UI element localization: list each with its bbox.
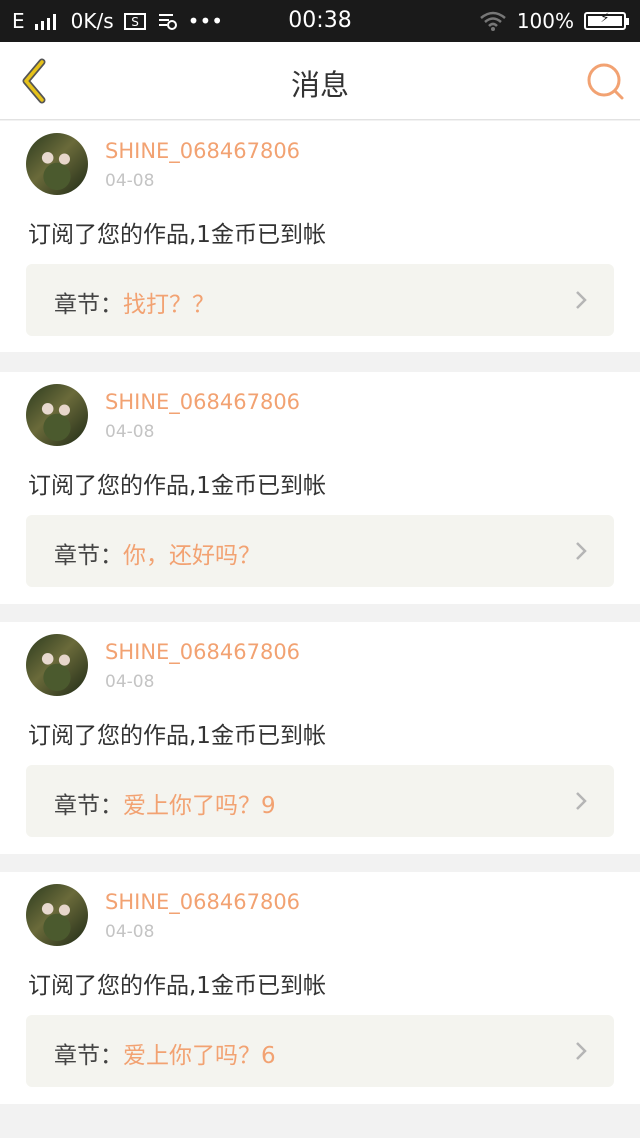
status-bar: E 0K/s S ••• 00:38 100% ⚡ xyxy=(0,0,640,42)
message-text: 订阅了您的作品,1金币已到帐 xyxy=(28,222,326,248)
username[interactable]: SHINE_068467806 xyxy=(105,139,300,163)
chevron-right-icon xyxy=(576,291,587,309)
chapter-label: 章节： xyxy=(54,292,123,318)
chapter-link[interactable]: 章节：你，还好吗？ xyxy=(26,515,614,587)
nav-bar: 消息 xyxy=(0,42,640,120)
status-right: 100% ⚡ xyxy=(479,9,629,33)
chapter-row: 章节：爱上你了吗？6 xyxy=(54,1036,276,1070)
chapter-title: 你，还好吗？ xyxy=(123,543,261,569)
message-date: 04-08 xyxy=(105,922,155,942)
chapter-link[interactable]: 章节：爱上你了吗？9 xyxy=(26,765,614,837)
username[interactable]: SHINE_068467806 xyxy=(105,640,300,664)
chapter-row: 章节：你，还好吗？ xyxy=(54,536,261,570)
message-date: 04-08 xyxy=(105,672,155,692)
page-title: 消息 xyxy=(290,68,349,102)
chapter-title: 爱上你了吗？6 xyxy=(123,1043,276,1069)
message-card: SHINE_068467806 04-08 订阅了您的作品,1金币已到帐 章节：… xyxy=(0,372,640,604)
username[interactable]: SHINE_068467806 xyxy=(105,390,300,414)
message-text: 订阅了您的作品,1金币已到帐 xyxy=(28,473,326,499)
message-text: 订阅了您的作品,1金币已到帐 xyxy=(28,723,326,749)
battery-percent: 100% xyxy=(516,9,574,33)
chapter-label: 章节： xyxy=(54,543,123,569)
message-date: 04-08 xyxy=(105,171,155,191)
battery-icon: ⚡ xyxy=(584,11,629,30)
message-card: SHINE_068467806 04-08 订阅了您的作品,1金币已到帐 章节：… xyxy=(0,121,640,352)
message-list: SHINE_068467806 04-08 订阅了您的作品,1金币已到帐 章节：… xyxy=(0,121,640,1122)
chevron-right-icon xyxy=(576,792,587,810)
chapter-row: 章节：爱上你了吗？9 xyxy=(54,786,276,820)
charging-bolt-icon: ⚡ xyxy=(600,11,610,26)
chapter-title: 爱上你了吗？9 xyxy=(123,793,276,819)
chevron-right-icon xyxy=(576,1042,587,1060)
message-card: SHINE_068467806 04-08 订阅了您的作品,1金币已到帐 章节：… xyxy=(0,872,640,1104)
avatar[interactable] xyxy=(26,384,88,446)
avatar[interactable] xyxy=(26,133,88,195)
chevron-right-icon xyxy=(576,542,587,560)
chapter-label: 章节： xyxy=(54,1043,123,1069)
message-date: 04-08 xyxy=(105,422,155,442)
avatar[interactable] xyxy=(26,884,88,946)
message-card: SHINE_068467806 04-08 订阅了您的作品,1金币已到帐 章节：… xyxy=(0,622,640,854)
chapter-link[interactable]: 章节：爱上你了吗？6 xyxy=(26,1015,614,1087)
message-text: 订阅了您的作品,1金币已到帐 xyxy=(28,973,326,999)
chapter-label: 章节： xyxy=(54,793,123,819)
wifi-icon xyxy=(480,11,506,31)
search-icon[interactable] xyxy=(584,60,626,102)
username[interactable]: SHINE_068467806 xyxy=(105,890,300,914)
chapter-row: 章节：找打？？ xyxy=(54,285,215,319)
avatar[interactable] xyxy=(26,634,88,696)
chapter-link[interactable]: 章节：找打？？ xyxy=(26,264,614,336)
chapter-title: 找打？？ xyxy=(123,292,215,318)
